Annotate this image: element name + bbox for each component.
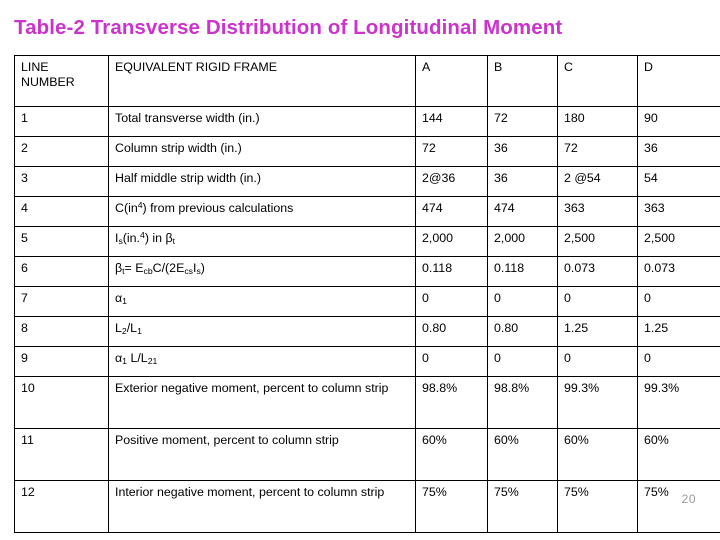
cell-value-c: 60% [557,428,638,481]
table-row: 9 α1 L/L21 0 0 0 0 [14,346,720,377]
cell-value-b: 98.8% [487,376,558,429]
cell-value-c: 180 [557,106,638,137]
cell-description: Total transverse width (in.) [108,106,416,137]
cell-line-number: 11 [14,428,109,481]
cell-value-d: 1.25 [637,316,720,347]
cell-value-c: 2,500 [557,226,638,257]
cell-value-b: 0 [487,346,558,377]
cell-description: L2/L1 [108,316,416,347]
cell-value-b: 36 [487,166,558,197]
table-row: 12 Interior negative moment, percent to c… [14,480,720,533]
cell-line-number: 12 [14,480,109,533]
cell-line-number: 10 [14,376,109,429]
table-row: 4 C(in4) from previous calculations 474 474… [14,196,720,227]
table-row: 10 Exterior negative moment, percent to c… [14,376,720,429]
cell-description: C(in4) from previous calculations [108,196,416,227]
cell-description: α1 [108,286,416,317]
cell-description: Interior negative moment, percent to col… [108,480,416,533]
table-header-row: LINE NUMBER EQUIVALENT RIGID FRAME A B C… [14,55,720,107]
column-header-a: A [415,55,488,107]
cell-value-c: 363 [557,196,638,227]
line-number-header-line1: LINE [21,60,49,74]
cell-value-d: 75% [637,480,720,533]
column-header-description: EQUIVALENT RIGID FRAME [108,55,416,107]
table-row: 3 Half middle strip width (in.) 2@36 36 2 @5… [14,166,720,197]
cell-value-c: 99.3% [557,376,638,429]
cell-description: Exterior negative moment, percent to col… [108,376,416,429]
cell-value-b: 0.80 [487,316,558,347]
slide-canvas: Table-2 Transverse Distribution of Longi… [0,0,720,540]
cell-value-d: 0 [637,346,720,377]
cell-value-a: 2,000 [415,226,488,257]
cell-value-c: 0 [557,286,638,317]
cell-value-d: 36 [637,136,720,167]
column-header-b: B [487,55,558,107]
cell-value-b: 36 [487,136,558,167]
cell-line-number: 8 [14,316,109,347]
cell-value-d: 99.3% [637,376,720,429]
cell-description: Positive moment, percent to column strip [108,428,416,481]
cell-line-number: 2 [14,136,109,167]
cell-value-b: 0.118 [487,256,558,287]
transverse-distribution-table: LINE NUMBER EQUIVALENT RIGID FRAME A B C… [14,55,720,533]
table-row: 11 Positive moment, percent to column str… [14,428,720,481]
cell-value-a: 144 [415,106,488,137]
cell-value-a: 0 [415,346,488,377]
column-header-c: C [557,55,638,107]
cell-value-a: 0.80 [415,316,488,347]
cell-description: Half middle strip width (in.) [108,166,416,197]
cell-value-d: 0 [637,286,720,317]
page-title: Table-2 Transverse Distribution of Longi… [14,16,563,39]
cell-value-d: 2,500 [637,226,720,257]
column-header-d: D [637,55,720,107]
table-row: 8 L2/L1 0.80 0.80 1.25 1.25 [14,316,720,347]
cell-value-c: 2 @54 [557,166,638,197]
cell-value-b: 60% [487,428,558,481]
cell-value-a: 474 [415,196,488,227]
cell-value-b: 2,000 [487,226,558,257]
cell-value-c: 72 [557,136,638,167]
cell-value-c: 75% [557,480,638,533]
cell-description: Is(in.4) in βt [108,226,416,257]
cell-value-d: 90 [637,106,720,137]
table-row: 5 Is(in.4) in βt 2,000 2,000 2,500 2,500 [14,226,720,257]
cell-value-d: 363 [637,196,720,227]
cell-value-a: 60% [415,428,488,481]
cell-value-a: 98.8% [415,376,488,429]
table-body: 1 Total transverse width (in.) 144 72 180 90 2… [14,106,720,533]
cell-description: Column strip width (in.) [108,136,416,167]
cell-line-number: 7 [14,286,109,317]
cell-line-number: 6 [14,256,109,287]
cell-value-a: 2@36 [415,166,488,197]
cell-value-d: 0.073 [637,256,720,287]
cell-value-b: 75% [487,480,558,533]
cell-value-b: 0 [487,286,558,317]
cell-value-b: 474 [487,196,558,227]
cell-description: α1 L/L21 [108,346,416,377]
cell-line-number: 3 [14,166,109,197]
cell-description: βt= EcbC/(2EcsIs) [108,256,416,287]
cell-value-c: 0 [557,346,638,377]
cell-value-d: 54 [637,166,720,197]
cell-value-c: 0.073 [557,256,638,287]
table-row: 1 Total transverse width (in.) 144 72 180 90 [14,106,720,137]
cell-line-number: 1 [14,106,109,137]
line-number-header-line2: NUMBER [21,75,75,90]
cell-line-number: 5 [14,226,109,257]
cell-line-number: 4 [14,196,109,227]
table-container: LINE NUMBER EQUIVALENT RIGID FRAME A B C… [14,55,720,533]
table-row: 7 α1 0 0 0 0 [14,286,720,317]
cell-value-d: 60% [637,428,720,481]
cell-value-c: 1.25 [557,316,638,347]
table-row: 6 βt= EcbC/(2EcsIs) 0.118 0.118 0.073 0.073 [14,256,720,287]
cell-value-b: 72 [487,106,558,137]
cell-line-number: 9 [14,346,109,377]
cell-value-a: 0.118 [415,256,488,287]
cell-value-a: 72 [415,136,488,167]
column-header-line-number: LINE NUMBER [14,55,109,107]
cell-value-a: 75% [415,480,488,533]
table-row: 2 Column strip width (in.) 72 36 72 36 [14,136,720,167]
cell-value-a: 0 [415,286,488,317]
page-number: 20 [681,492,696,506]
